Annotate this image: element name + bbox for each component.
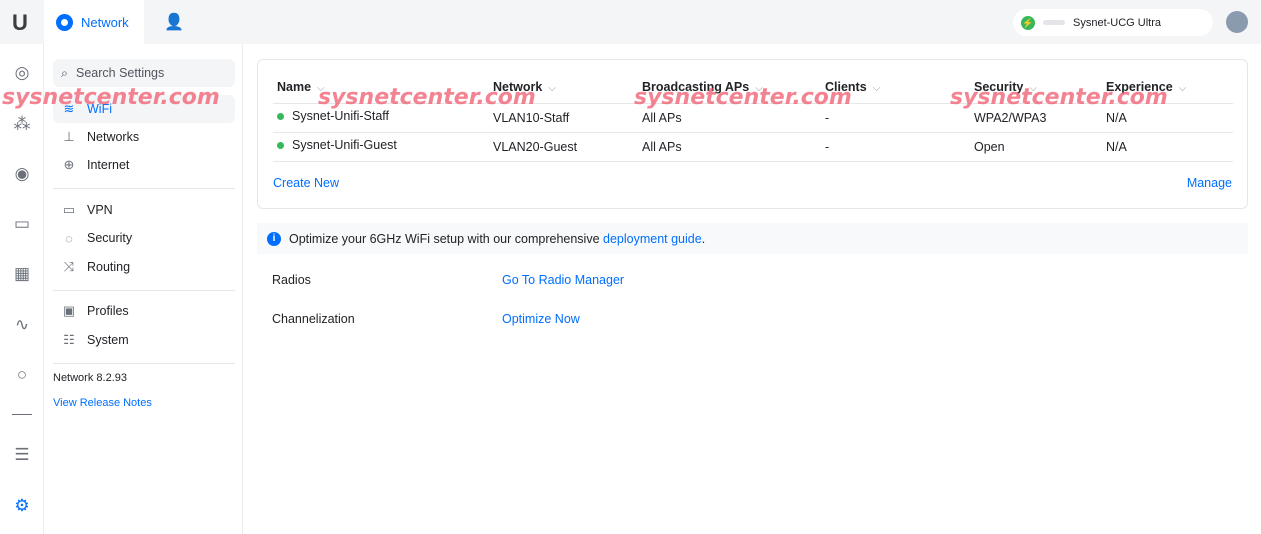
sidebar-item-profiles[interactable]: ▣ Profiles [53,297,235,325]
clients-cell: - [825,111,830,125]
deployment-guide-link[interactable]: deployment guide [603,232,702,246]
create-new-button[interactable]: Create New [273,176,339,190]
logs-icon[interactable]: ☰ [12,445,32,465]
profiles-icon: ▣ [62,303,76,318]
divider [273,161,1233,162]
networks-icon: ⊥ [63,129,75,144]
sidebar-item-wifi[interactable]: ≋ WiFi [53,95,235,123]
user-settings-icon[interactable]: 👤 [164,12,184,32]
sidebar-item-system[interactable]: ☷ System [53,326,235,354]
sidebar-item-label: Internet [87,158,130,172]
divider [53,188,235,189]
unifi-logo[interactable]: U [12,10,28,36]
vpn-icon: ▭ [62,202,76,217]
network-icon [56,13,73,31]
divider [53,290,235,291]
col-name[interactable]: Name ⌵ [277,80,325,94]
divider [12,414,32,415]
sidebar-item-security[interactable]: ◌ Security [53,224,235,252]
sidebar-item-label: Routing [87,260,131,274]
alerts-icon[interactable]: ○ [12,365,32,385]
network-cell: VLAN10-Staff [493,111,570,125]
wifi-icon: ≋ [63,101,75,116]
col-security[interactable]: Security ⌵ [974,80,1037,94]
info-icon: i [267,231,281,246]
experience-cell: N/A [1106,111,1127,125]
security-cell: WPA2/WPA3 [974,111,1047,125]
ssid-name: Sysnet-Unifi-Guest [277,138,397,152]
sidebar-item-networks[interactable]: ⊥ Networks [53,123,235,151]
settings-nav: ⌕ Search Settings ≋ WiFi ⊥ Networks ⊕ Intern… [45,44,243,534]
wifi-table-card: Name ⌵ Network ⌵ Broadcasting APs ⌵ Clients… [257,59,1248,209]
search-placeholder: Search Settings [76,66,165,80]
topology-icon[interactable]: ⁂ [12,114,32,134]
sidebar-item-label: System [87,333,129,347]
app-rail: ◎ ⁂ ◉ ▭ ▦ ∿ ○ ☰ ⚙ [0,44,44,534]
experience-cell: N/A [1106,140,1127,154]
aps-cell: All APs [642,140,682,154]
system-icon: ☷ [63,332,75,347]
radios-label: Radios [272,273,311,287]
divider [273,103,1233,104]
divider [53,363,235,364]
sidebar-item-label: Networks [87,130,140,144]
divider [273,132,1233,133]
network-cell: VLAN20-Guest [493,140,578,154]
radio-manager-link[interactable]: Go To Radio Manager [502,273,624,287]
apps-icon[interactable]: ▦ [12,264,32,284]
sidebar-item-label: Security [87,231,133,245]
col-clients[interactable]: Clients ⌵ [825,80,880,94]
ssid-name: Sysnet-Unifi-Staff [277,109,389,123]
optimize-now-link[interactable]: Optimize Now [502,312,580,326]
bolt-icon: ⚡ [1021,15,1035,30]
sidebar-item-label: WiFi [87,102,112,116]
col-broadcasting-aps[interactable]: Broadcasting APs ⌵ [642,80,763,94]
devices-icon[interactable]: ◉ [12,164,32,184]
routing-icon: ⤨ [63,259,75,274]
avatar[interactable] [1226,11,1248,33]
info-text: Optimize your 6GHz WiFi setup with our c… [289,231,706,246]
channelization-label: Channelization [272,312,355,326]
sidebar-item-vpn[interactable]: ▭ VPN [53,196,235,224]
release-notes-link[interactable]: View Release Notes [53,397,152,409]
col-experience[interactable]: Experience ⌵ [1106,80,1186,94]
manage-button[interactable]: Manage [1187,176,1232,190]
sidebar-item-internet[interactable]: ⊕ Internet [53,151,235,179]
device-selector[interactable]: ⚡ Sysnet-UCG Ultra [1013,9,1213,36]
clients-icon[interactable]: ▭ [12,214,32,234]
insights-icon[interactable]: ∿ [12,315,32,335]
shield-icon: ◌ [65,230,73,246]
aps-cell: All APs [642,111,682,125]
dashboard-icon[interactable]: ◎ [12,63,32,83]
info-banner: i Optimize your 6GHz WiFi setup with our… [257,223,1248,254]
settings-gear-icon[interactable]: ⚙ [12,496,32,516]
tab-label: Network [81,14,129,30]
device-name: Sysnet-UCG Ultra [1073,16,1162,29]
clients-cell: - [825,140,830,154]
version-label: Network 8.2.93 [53,372,127,384]
security-cell: Open [974,140,1005,154]
sidebar-item-label: VPN [87,203,113,217]
top-bar: U Network 👤 ⚡ Sysnet-UCG Ultra [0,0,1261,44]
sidebar-item-routing[interactable]: ⤨ Routing [53,253,235,281]
search-input[interactable]: ⌕ Search Settings [53,59,235,87]
globe-icon: ⊕ [63,157,75,172]
search-icon: ⌕ [61,65,69,80]
device-icon [1043,20,1065,25]
status-dot [277,113,284,120]
sidebar-item-label: Profiles [87,304,129,318]
tab-network[interactable]: Network [44,0,144,44]
status-dot [277,142,284,149]
col-network[interactable]: Network ⌵ [493,80,556,94]
